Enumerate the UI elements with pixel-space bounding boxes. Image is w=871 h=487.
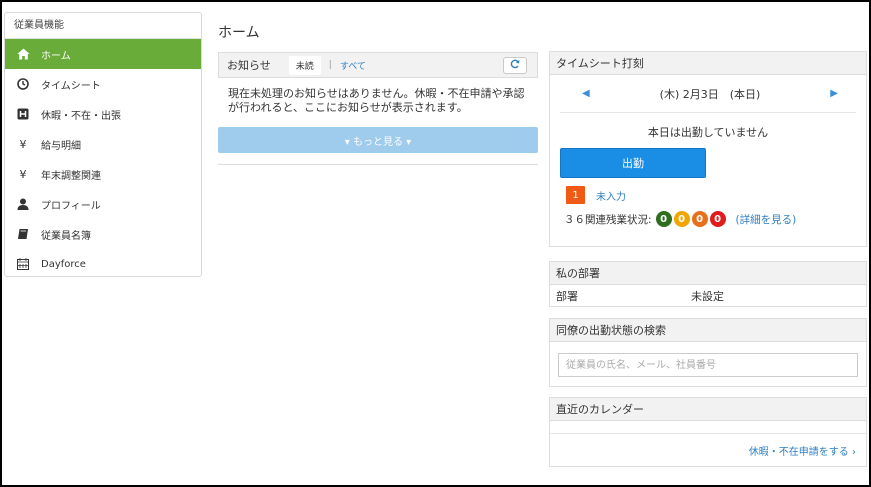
sidebar-item-label: タイムシート bbox=[41, 80, 101, 92]
colleague-search-input[interactable] bbox=[558, 353, 858, 377]
sidebar-item-label: Dayforce bbox=[41, 258, 86, 270]
next-day-icon[interactable]: ▶ bbox=[830, 88, 838, 99]
notice-title: お知らせ bbox=[227, 59, 271, 72]
calendar-title: 直近のカレンダー bbox=[550, 398, 866, 421]
overtime-label: ３６関連残業状況: bbox=[564, 213, 652, 226]
tab-separator: | bbox=[328, 60, 332, 70]
uninput-row: 1 未入力 bbox=[566, 186, 866, 204]
department-row: 部署 未設定 bbox=[550, 285, 866, 306]
sidebar-item-year-end[interactable]: ¥ 年末調整関連 bbox=[5, 159, 201, 189]
yen-icon: ¥ bbox=[19, 137, 27, 151]
user-icon bbox=[15, 196, 31, 212]
sidebar-item-dayforce[interactable]: Dayforce bbox=[5, 249, 201, 279]
uninput-count-badge: 1 bbox=[566, 186, 585, 204]
department-title: 私の部署 bbox=[550, 262, 866, 285]
leave-h-icon bbox=[15, 106, 31, 122]
refresh-icon bbox=[510, 59, 520, 72]
sidebar-item-directory[interactable]: 従業員名簿 bbox=[5, 219, 201, 249]
notice-panel: お知らせ 未読 | すべて 現在未処理のお知らせはありません。休暇・不在申請や承… bbox=[218, 52, 538, 165]
department-value: 未設定 bbox=[691, 289, 724, 303]
sidebar: 従業員機能 ホーム タイムシート 休暇・不在・出張 ¥ 給与明細 ¥ 年末調整関… bbox=[4, 12, 202, 277]
department-panel: 私の部署 部署 未設定 bbox=[549, 261, 867, 307]
page-title: ホーム bbox=[218, 25, 260, 41]
sidebar-header: 従業員機能 bbox=[5, 13, 201, 39]
book-icon bbox=[15, 226, 31, 242]
clock-icon bbox=[15, 76, 31, 92]
colleague-search-title: 同僚の出勤状態の検索 bbox=[550, 319, 866, 342]
sidebar-item-label: プロフィール bbox=[41, 200, 101, 212]
timesheet-title: タイムシート打刻 bbox=[550, 52, 866, 75]
notice-header: お知らせ 未読 | すべて bbox=[218, 52, 538, 78]
notice-message: 現在未処理のお知らせはありません。休暇・不在申請や承認が行われると、ここにお知ら… bbox=[228, 87, 525, 114]
attendance-status: 本日は出勤していません bbox=[647, 126, 769, 139]
timesheet-panel: タイムシート打刻 ◀ (木) 2月3日 (本日) ▶ 本日は出勤していません 出… bbox=[549, 51, 867, 247]
calendar-body bbox=[550, 421, 866, 434]
sidebar-item-label: 給与明細 bbox=[41, 140, 81, 152]
overtime-status-row: ３６関連残業状況: 0 0 0 0 (詳細を見る) bbox=[564, 211, 866, 227]
sidebar-item-label: 従業員名簿 bbox=[41, 230, 91, 242]
overtime-count-circle: 0 bbox=[655, 211, 672, 227]
tab-unread[interactable]: 未読 bbox=[288, 55, 321, 75]
prev-day-icon[interactable]: ◀ bbox=[582, 88, 590, 99]
sidebar-item-timesheet[interactable]: タイムシート bbox=[5, 69, 201, 99]
overtime-count-circle: 0 bbox=[673, 211, 690, 227]
show-more-button[interactable]: ▾ もっと見る ▾ bbox=[218, 127, 538, 153]
date-navigator: ◀ (木) 2月3日 (本日) ▶ bbox=[560, 75, 856, 113]
uninput-link[interactable]: 未入力 bbox=[596, 188, 626, 203]
sidebar-item-payslip[interactable]: ¥ 給与明細 bbox=[5, 129, 201, 159]
notice-footer bbox=[218, 153, 538, 165]
home-icon bbox=[15, 46, 31, 62]
sidebar-item-home[interactable]: ホーム bbox=[5, 39, 201, 69]
clock-in-button[interactable]: 出勤 bbox=[560, 148, 706, 178]
tab-all[interactable]: すべて bbox=[340, 59, 366, 72]
sidebar-item-leave[interactable]: 休暇・不在・出張 bbox=[5, 99, 201, 129]
sidebar-item-label: ホーム bbox=[41, 50, 71, 62]
overtime-count-circle: 0 bbox=[709, 211, 726, 227]
leave-request-link[interactable]: 休暇・不在申請をする › bbox=[550, 434, 866, 458]
calendar-panel: 直近のカレンダー 休暇・不在申請をする › bbox=[549, 397, 867, 467]
colleague-search-panel: 同僚の出勤状態の検索 bbox=[549, 318, 867, 387]
current-date: (木) 2月3日 (本日) bbox=[659, 87, 761, 101]
calendar-icon bbox=[15, 256, 31, 272]
refresh-button[interactable] bbox=[503, 57, 527, 74]
yen-icon: ¥ bbox=[19, 167, 27, 181]
department-key: 部署 bbox=[556, 289, 578, 303]
sidebar-item-label: 休暇・不在・出張 bbox=[41, 110, 121, 122]
sidebar-item-profile[interactable]: プロフィール bbox=[5, 189, 201, 219]
overtime-count-circle: 0 bbox=[691, 211, 708, 227]
overtime-detail-link[interactable]: (詳細を見る) bbox=[736, 212, 797, 227]
sidebar-item-label: 年末調整関連 bbox=[41, 170, 101, 182]
